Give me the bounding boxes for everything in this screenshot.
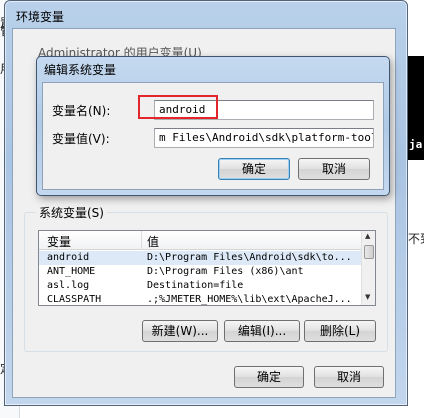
row-name: asl.log [47,280,90,291]
scroll-down-icon[interactable]: ▼ [365,293,370,301]
table-row[interactable]: asl.log Destination=file [39,279,361,293]
row-value: D:\Program Files\Android\sdk\to... [147,252,352,263]
delete-variable-button[interactable]: 删除(L) [304,320,376,342]
cancel-button[interactable]: 取消 [314,366,384,388]
row-value: Destination=file [147,280,244,291]
window-title: 环境变量 [16,10,65,24]
row-value: .;%JMETER_HOME%\lib\ext\ApacheJ... [147,294,352,305]
variable-value-label: 变量值(V): [52,132,110,146]
background-fragment: 不到 [408,232,424,246]
edit-variable-button[interactable]: 编辑(I)... [224,320,300,342]
dialog-ok-button[interactable]: 确定 [218,158,290,180]
dialog-title: 编辑系统变量 [44,63,117,77]
background-terminal-text: ja [409,138,423,151]
row-name: ANT_HOME [47,266,96,277]
column-header-variable[interactable]: 变量 [47,233,71,250]
system-variables-list[interactable]: 变量 值 android D:\Program Files\Android\sd… [38,230,376,306]
highlight-box [138,95,218,119]
column-divider[interactable] [141,231,142,250]
ok-button[interactable]: 确定 [234,366,304,388]
table-row[interactable]: android D:\Program Files\Android\sdk\to.… [39,251,361,265]
new-variable-button[interactable]: 新建(W)... [142,320,218,342]
row-name: android [47,252,90,263]
list-header: 变量 值 [39,231,361,250]
table-row[interactable]: ANT_HOME D:\Program Files (x86)\ant [39,265,361,279]
row-value: D:\Program Files (x86)\ant [147,266,304,277]
vertical-scrollbar[interactable]: ▲ ▼ [361,231,375,305]
table-row[interactable]: CLASSPATH .;%JMETER_HOME%\lib\ext\Apache… [39,293,361,305]
column-header-value[interactable]: 值 [147,233,159,250]
scroll-up-icon[interactable]: ▲ [365,232,370,240]
scrollbar-thumb[interactable] [364,245,374,259]
variable-name-label: 变量名(N): [52,104,111,118]
system-variables-label: 系统变量(S) [36,204,107,221]
variable-value-input[interactable]: m Files\Android\sdk\platform-tools; [154,128,374,148]
dialog-cancel-button[interactable]: 取消 [298,158,370,180]
row-name: CLASSPATH [47,294,102,305]
